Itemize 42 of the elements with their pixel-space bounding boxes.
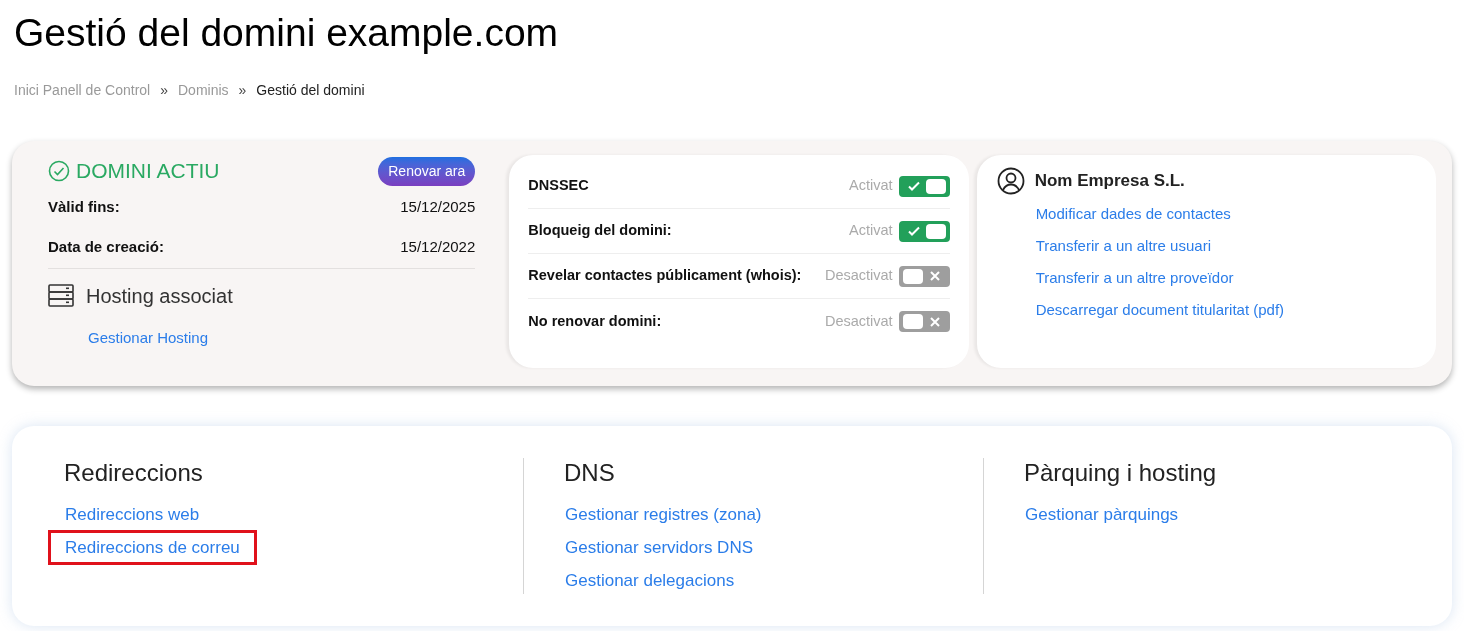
setting-state: Activat [849, 221, 893, 241]
breadcrumb-link[interactable]: Inici Panell de Control [14, 80, 151, 101]
section-title: Pàrquing i hosting [1024, 458, 1218, 488]
setting-label: Bloqueig del domini: [528, 221, 672, 241]
page-title: Gestió del domini example.com [14, 10, 560, 56]
toggle-switch[interactable] [898, 220, 950, 242]
domain-status: DOMINI ACTIU [76, 158, 220, 185]
contact-action-link[interactable]: Transferir a un altre usuari [1035, 235, 1416, 256]
check-circle-icon [48, 160, 70, 182]
breadcrumb-link[interactable]: Dominis [178, 80, 229, 101]
toggle-switch[interactable] [898, 311, 950, 332]
toggle-switch[interactable] [898, 175, 950, 197]
check-icon [906, 179, 921, 193]
contact-action-link[interactable]: Transferir a un altre proveïdor [1035, 267, 1416, 288]
date-value: 15/12/2025 [400, 196, 476, 217]
setting-state: Desactivat [824, 311, 893, 331]
cross-icon [928, 270, 941, 282]
breadcrumb-separator: » [160, 81, 168, 100]
toggle-switch[interactable] [898, 265, 950, 287]
hosting-title: Hosting associat [86, 284, 233, 309]
setting-label: DNSSEC [528, 176, 589, 196]
manage-hosting-link[interactable]: Gestionar Hosting [88, 327, 476, 350]
cross-icon [928, 315, 941, 328]
date-label: Data de creació: [48, 236, 164, 257]
contact-action-link[interactable]: Modificar dades de contactes [1035, 203, 1416, 224]
check-icon [906, 224, 921, 238]
user-icon [996, 167, 1025, 195]
section-title: Redireccions [64, 458, 204, 488]
setting-label: Revelar contactes públicament (whois): [528, 266, 802, 286]
section-link[interactable]: Gestionar pàrquings [1008, 496, 1196, 533]
contact-name: Nom Empresa S.L. [1034, 170, 1185, 193]
setting-state: Desactivat [824, 266, 893, 286]
setting-state: Activat [849, 176, 893, 196]
contact-action-link[interactable]: Descarregar document titularitat (pdf) [1035, 299, 1416, 320]
renew-button[interactable]: Renovar ara [378, 156, 476, 186]
date-label: Vàlid fins: [48, 196, 120, 217]
section-link[interactable]: Redireccions de correu [48, 529, 257, 566]
breadcrumb-separator: » [238, 81, 247, 100]
server-icon [48, 284, 74, 308]
setting-label: No renovar domini: [528, 311, 662, 331]
date-value: 15/12/2022 [400, 236, 476, 257]
section-title: DNS [564, 458, 616, 488]
